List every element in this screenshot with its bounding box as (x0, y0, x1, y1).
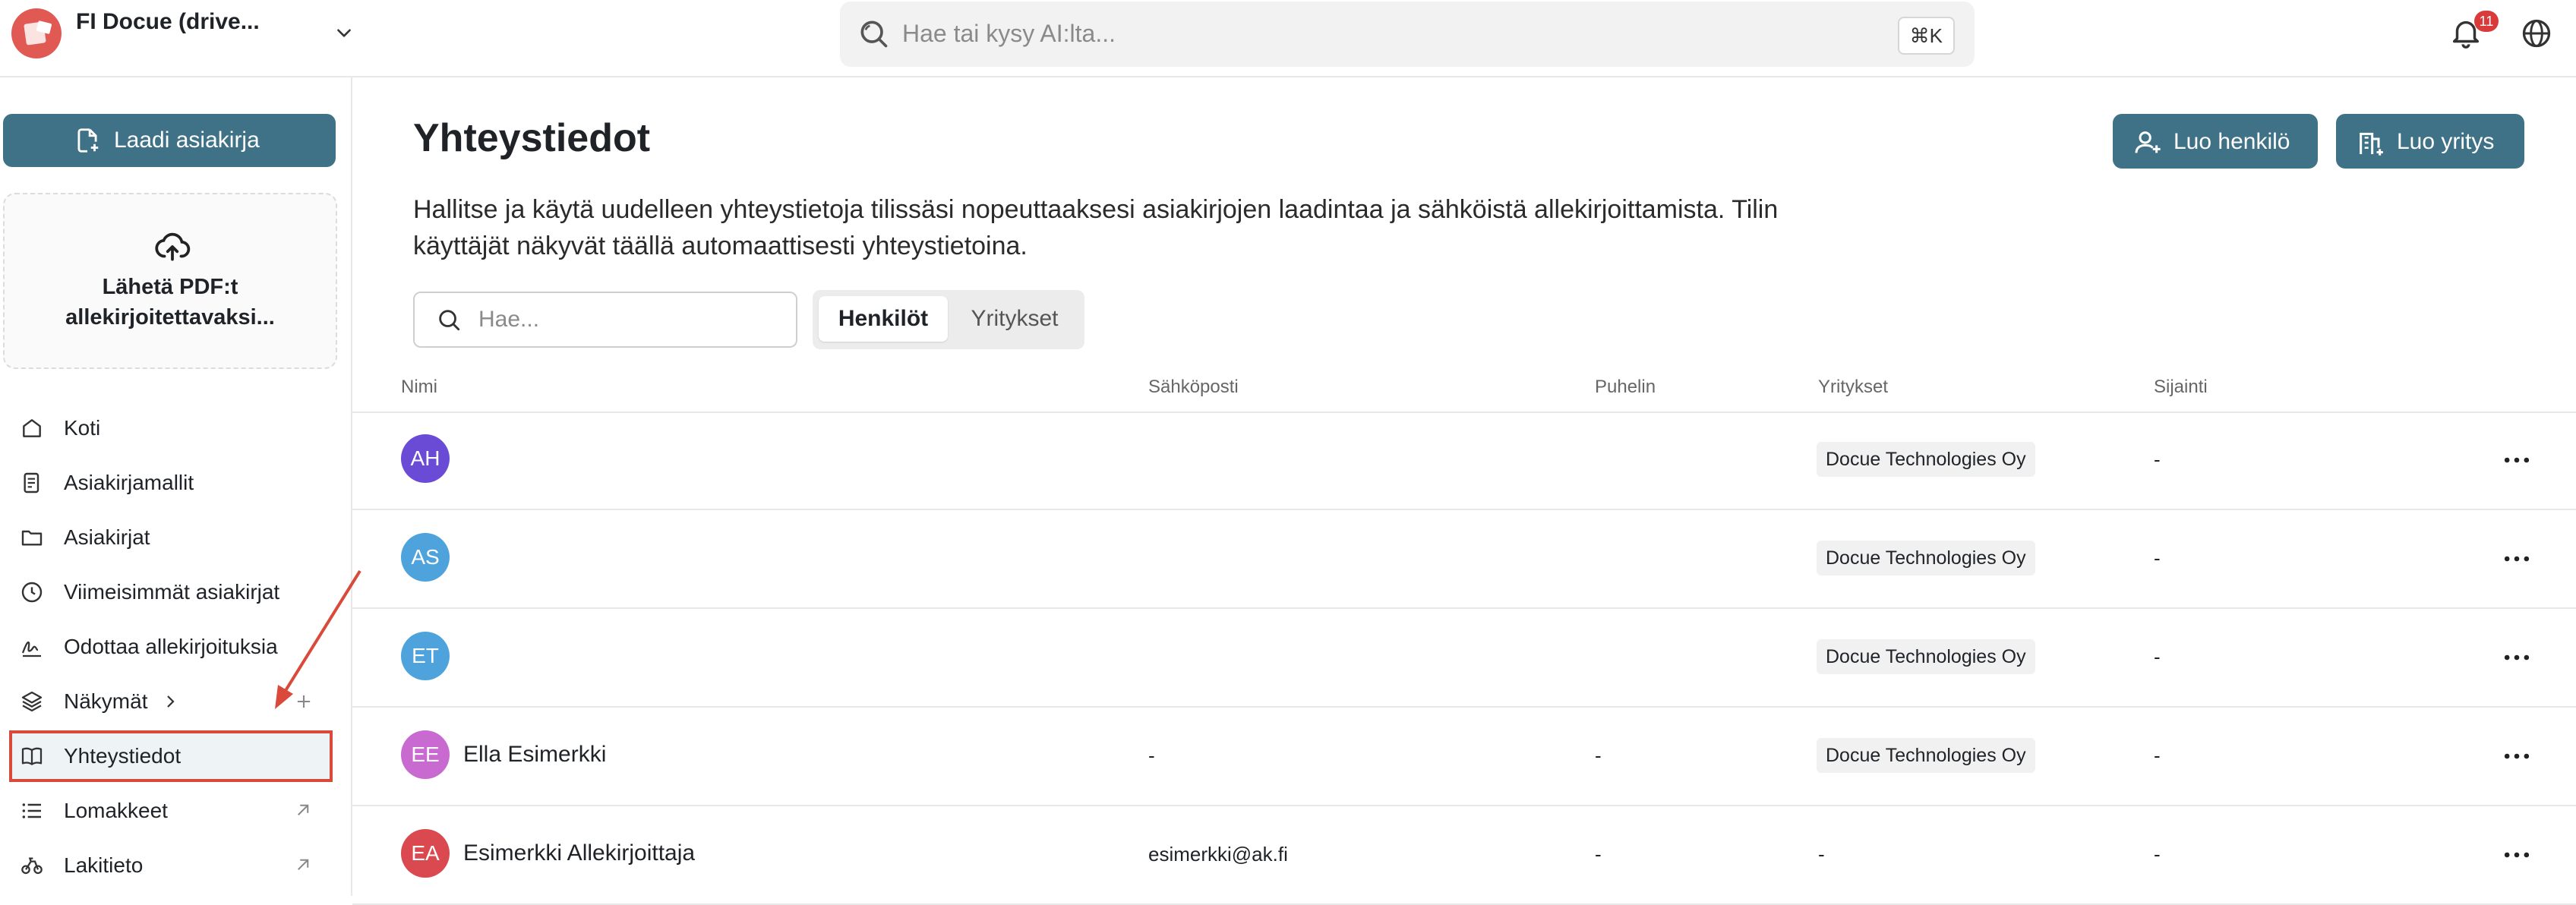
sidebar-item-home[interactable]: Koti (12, 405, 330, 451)
sidebar-item-contacts[interactable]: Yhteystiedot (9, 730, 333, 782)
home-icon (23, 419, 41, 437)
sidebar-item-legal-info[interactable]: Lakitieto (12, 843, 330, 888)
avatar: ET (401, 632, 450, 680)
contact-location: - (2154, 744, 2161, 767)
table-row[interactable]: ET Docue Technologies Oy - (352, 609, 2576, 708)
notification-badge: 11 (2474, 11, 2499, 32)
contact-email: esimerkki@ak.fi (1148, 843, 1288, 866)
avatar: AS (401, 533, 450, 582)
avatar: AH (401, 434, 450, 483)
sidebar-item-label: Koti (64, 416, 101, 440)
table-row[interactable]: EA Esimerkki Allekirjoittaja esimerkki@ak.… (352, 806, 2576, 905)
external-link-icon (298, 859, 309, 870)
main-content: Yhteystiedot Luo henkilö Luo yritys Hall… (352, 76, 2576, 905)
company-badge: Docue Technologies Oy (1817, 639, 2035, 674)
page-title: Yhteystiedot (413, 116, 651, 160)
sidebar-item-label: Viimeisimmät asiakirjat (64, 580, 280, 604)
globe-icon[interactable] (2520, 17, 2553, 50)
upload-pdf-dropzone[interactable]: Lähetä PDF:t allekirjoitettavaksi... (3, 193, 337, 369)
contact-location: - (2154, 448, 2161, 471)
list-icon (22, 803, 41, 818)
contact-search-input[interactable]: Hae... (413, 292, 797, 348)
sidebar-item-label: Odottaa allekirjoituksia (64, 635, 278, 658)
table-row[interactable]: EE Ella Esimerkki - - Docue Technologies Oy - (352, 708, 2576, 806)
building-plus-icon (2360, 132, 2383, 156)
column-header-location[interactable]: Sijainti (2154, 377, 2208, 398)
scale-icon (21, 857, 43, 875)
contact-email: - (1148, 744, 1155, 767)
clock-icon (21, 582, 43, 603)
top-bar: FI Docue (drive... Hae tai kysy AI:lta..… (0, 0, 2576, 77)
search-icon (439, 310, 460, 331)
search-icon (860, 20, 888, 48)
sidebar-item-label: Lakitieto (64, 853, 144, 877)
avatar: EE (401, 730, 450, 779)
page-description: Hallitse ja käytä uudelleen yhteystietoj… (413, 195, 1779, 260)
more-options-icon[interactable] (2500, 542, 2533, 575)
sidebar-item-label: Asiakirjamallit (64, 471, 194, 494)
company-badge: Docue Technologies Oy (1817, 541, 2035, 575)
company-badge: Docue Technologies Oy (1817, 738, 2035, 773)
more-options-icon[interactable] (2500, 443, 2533, 477)
contact-company: - (1818, 843, 1825, 866)
create-document-button[interactable]: Laadi asiakirja (3, 114, 336, 167)
create-person-button[interactable]: Luo henkilö (2113, 114, 2318, 169)
search-placeholder: Hae tai kysy AI:lta... (902, 20, 1116, 47)
book-icon (21, 747, 43, 765)
contact-location: - (2154, 645, 2161, 668)
tab-persons[interactable]: Henkilöt (819, 296, 948, 342)
chevron-down-icon[interactable] (334, 23, 354, 43)
contact-location: - (2154, 843, 2161, 866)
create-company-label: Luo yritys (2397, 129, 2495, 154)
column-header-companies[interactable]: Yritykset (1818, 377, 1888, 398)
more-options-icon[interactable] (2500, 641, 2533, 674)
contact-type-tabs: Henkilöt Yritykset (813, 290, 1084, 349)
sidebar-item-label: Asiakirjat (64, 525, 150, 549)
table-header: Nimi Sähköposti Puhelin Yritykset Sijain… (352, 367, 2576, 413)
company-badge: Docue Technologies Oy (1817, 442, 2035, 477)
folder-icon (21, 530, 43, 546)
contact-name[interactable]: Ella Esimerkki (463, 742, 606, 768)
sidebar-item-templates[interactable]: Asiakirjamallit (12, 460, 330, 506)
workspace-name[interactable]: FI Docue (drive... (76, 9, 260, 35)
template-icon (24, 472, 39, 493)
column-header-phone[interactable]: Puhelin (1595, 377, 1656, 398)
user-plus-icon (2135, 131, 2161, 153)
sidebar-item-documents[interactable]: Asiakirjat (12, 515, 330, 560)
sidebar-item-label: Lomakkeet (64, 799, 168, 822)
contact-name[interactable]: Esimerkki Allekirjoittaja (463, 840, 695, 866)
global-search[interactable]: Hae tai kysy AI:lta... ⌘K (840, 2, 1975, 67)
avatar: EA (401, 829, 450, 878)
tab-companies[interactable]: Yritykset (951, 296, 1078, 342)
file-plus-icon (77, 128, 99, 153)
sidebar-item-label: Yhteystiedot (64, 744, 182, 768)
chevron-right-icon[interactable] (161, 692, 179, 711)
sidebar-item-forms[interactable]: Lomakkeet (12, 788, 330, 834)
create-person-label: Luo henkilö (2174, 129, 2290, 154)
contact-search-placeholder: Hae... (478, 307, 540, 332)
contact-phone: - (1595, 843, 1602, 866)
search-shortcut: ⌘K (1897, 17, 1955, 55)
contact-phone: - (1595, 744, 1602, 767)
column-header-name[interactable]: Nimi (401, 377, 437, 398)
more-options-icon[interactable] (2500, 739, 2533, 773)
column-header-email[interactable]: Sähköposti (1148, 377, 1239, 398)
signature-icon (21, 641, 41, 657)
cloud-upload-icon (155, 232, 191, 261)
workspace-logo[interactable] (11, 8, 62, 58)
more-options-icon[interactable] (2500, 838, 2533, 872)
create-company-button[interactable]: Luo yritys (2336, 114, 2524, 169)
contact-location: - (2154, 547, 2161, 569)
external-link-icon (298, 804, 309, 815)
sidebar-item-label: Näkymät (64, 689, 148, 713)
table-row[interactable]: AS Docue Technologies Oy - (352, 510, 2576, 609)
upload-pdf-label: Lähetä PDF:t allekirjoitettavaksi... (65, 275, 275, 330)
table-row[interactable]: AH Docue Technologies Oy - (352, 412, 2576, 510)
create-document-label: Laadi asiakirja (114, 128, 260, 153)
sidebar: Laadi asiakirja Lähetä PDF:t allekirjoit… (0, 76, 352, 896)
layers-icon (21, 691, 43, 712)
